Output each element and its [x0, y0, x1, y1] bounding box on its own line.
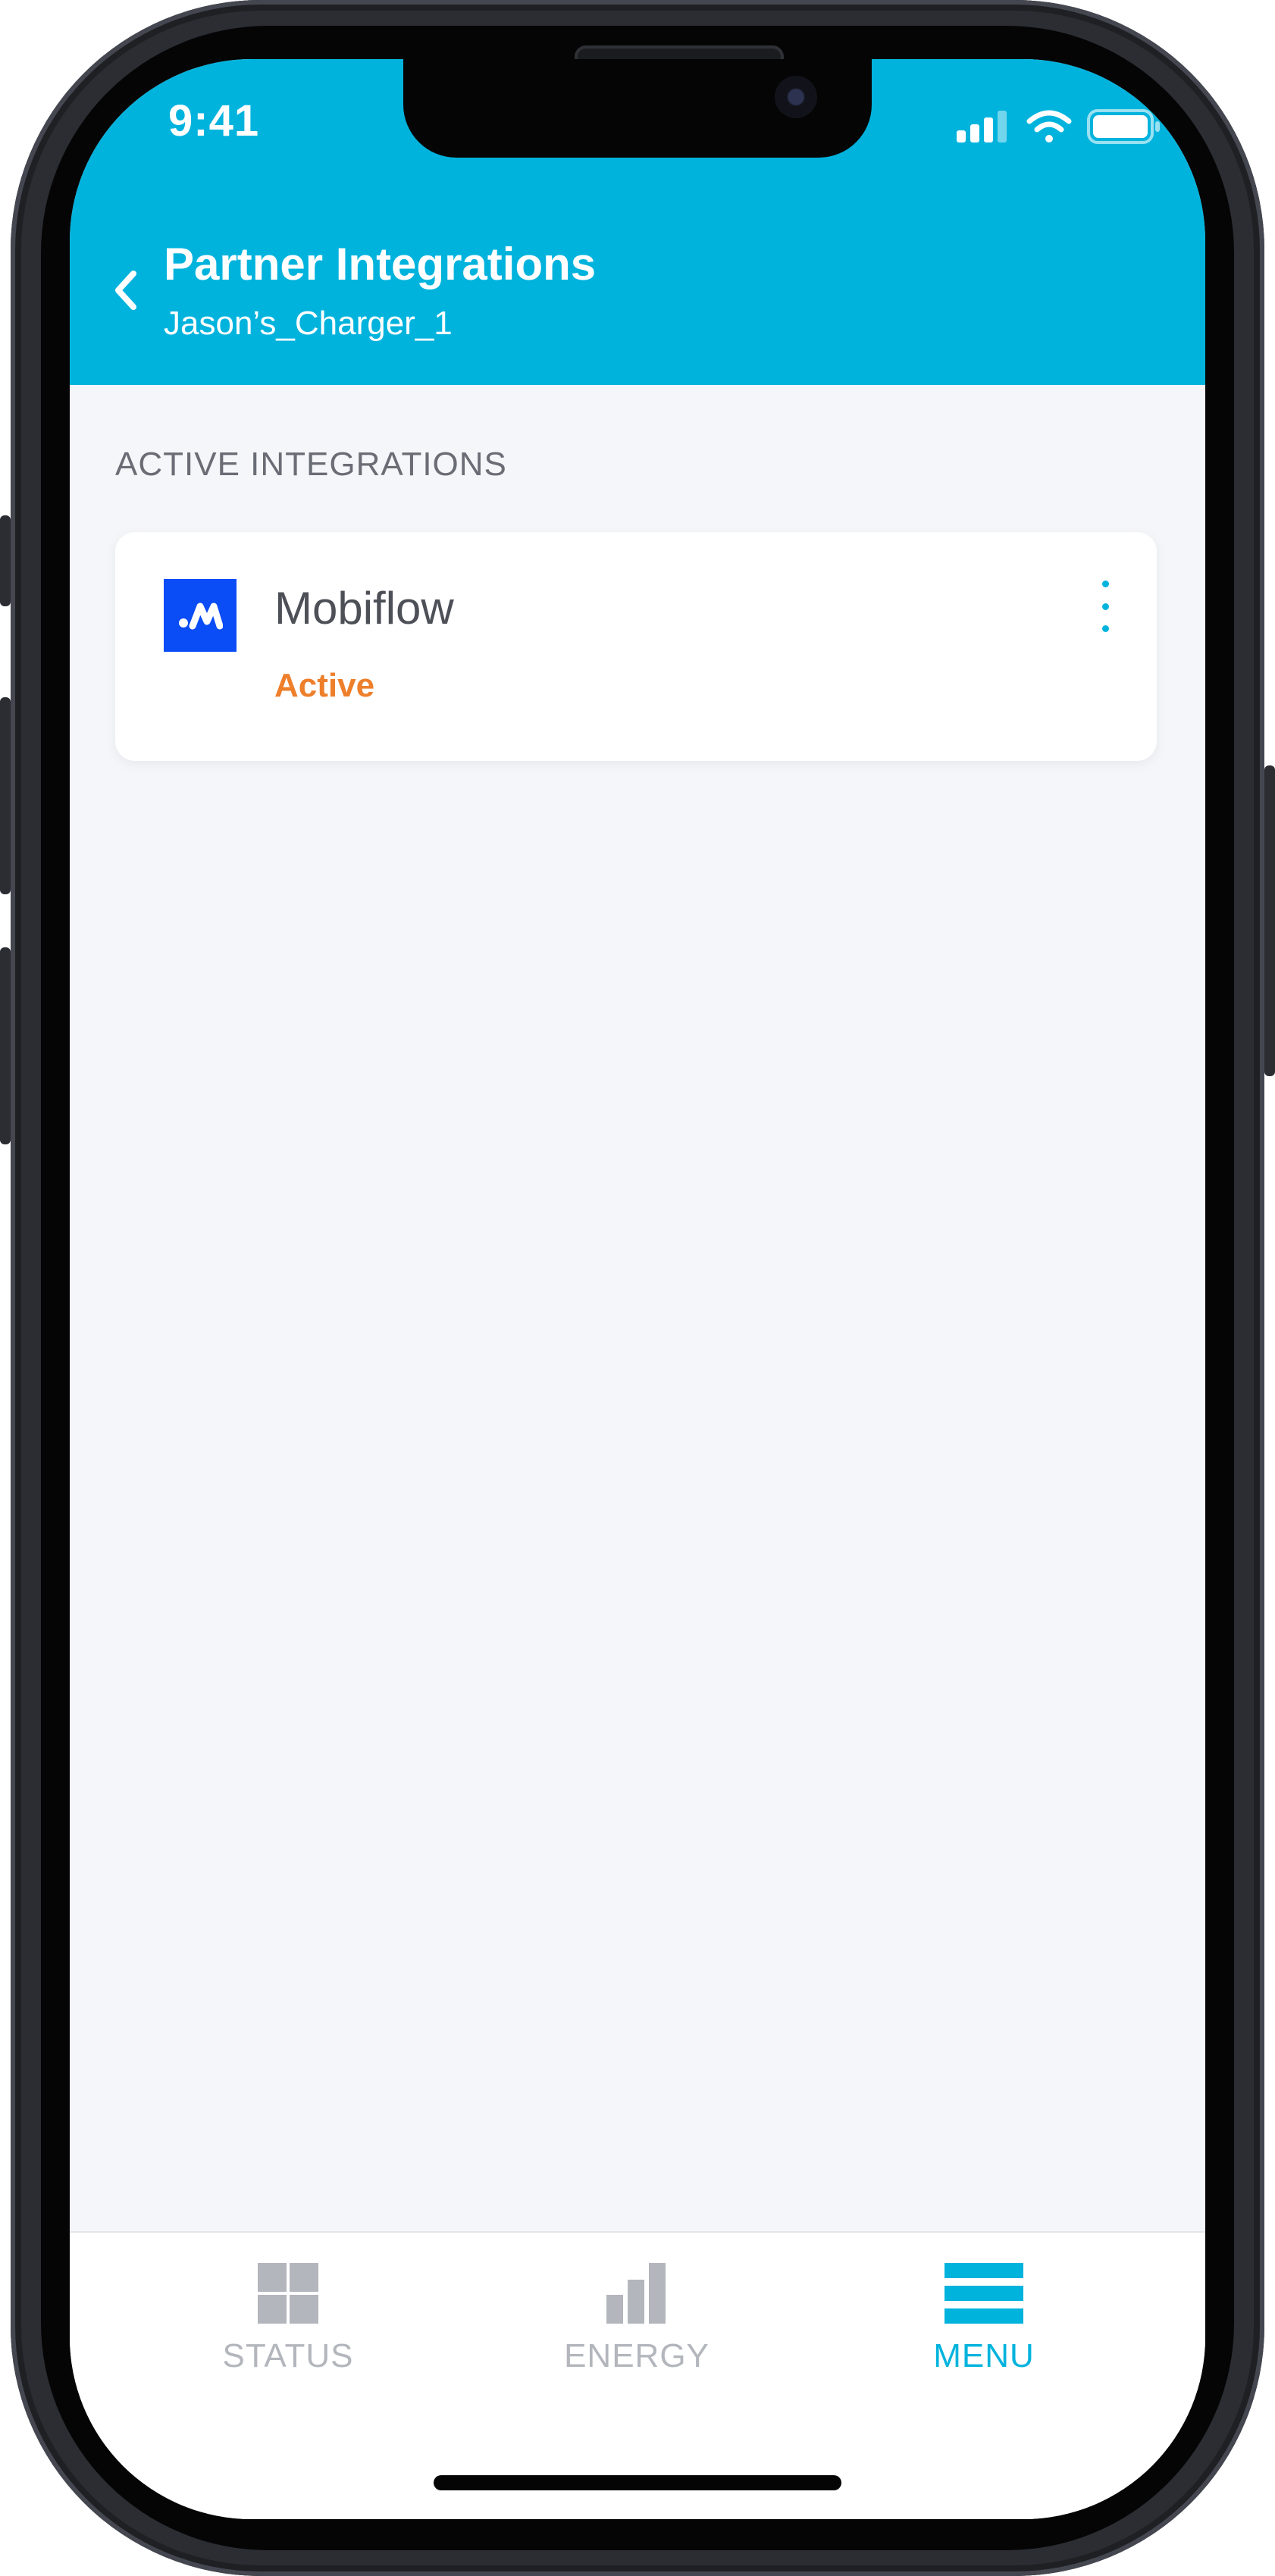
tab-energy[interactable]: ENERGY	[523, 2263, 750, 2399]
section-heading-active-integrations: ACTIVE INTEGRATIONS	[115, 446, 507, 483]
chevron-left-icon	[115, 271, 136, 310]
page-title: Partner Integrations	[164, 239, 597, 290]
silent-switch	[0, 515, 11, 606]
app-header: 9:41 Partner Integrations Jason’s_Charge…	[70, 59, 1205, 385]
home-indicator[interactable]	[434, 2475, 841, 2490]
mobiflow-logo-icon	[164, 579, 237, 652]
menu-icon	[945, 2263, 1023, 2327]
grid-icon	[249, 2263, 327, 2327]
integration-card-mobiflow[interactable]: Mobiflow Active	[115, 532, 1157, 761]
bar-chart-icon	[597, 2263, 676, 2327]
power-button	[1264, 765, 1275, 1076]
tab-menu[interactable]: MENU	[870, 2263, 1098, 2399]
app-screen: 9:41 Partner Integrations Jason’s_Charge…	[70, 59, 1205, 2519]
menu-dot	[1101, 625, 1109, 632]
integration-status-badge: Active	[274, 667, 375, 704]
tab-label-status: STATUS	[222, 2337, 354, 2374]
integration-name: Mobiflow	[274, 583, 454, 634]
front-camera	[775, 76, 817, 118]
status-bar-icons	[957, 108, 1161, 146]
cellular-signal-icon	[957, 111, 1007, 142]
more-vertical-icon[interactable]	[1090, 576, 1120, 637]
charger-name: Jason’s_Charger_1	[164, 305, 453, 342]
status-bar-time: 9:41	[168, 96, 260, 146]
volume-up-button	[0, 697, 11, 894]
battery-icon	[1087, 109, 1160, 144]
tab-label-energy: ENERGY	[564, 2337, 710, 2374]
menu-dot	[1101, 603, 1109, 610]
tab-status[interactable]: STATUS	[174, 2263, 402, 2399]
volume-down-button	[0, 947, 11, 1144]
back-button[interactable]	[103, 264, 149, 317]
display-notch	[403, 59, 872, 158]
wifi-icon	[1026, 110, 1072, 142]
menu-dot	[1101, 581, 1109, 587]
tab-label-menu: MENU	[933, 2337, 1035, 2374]
